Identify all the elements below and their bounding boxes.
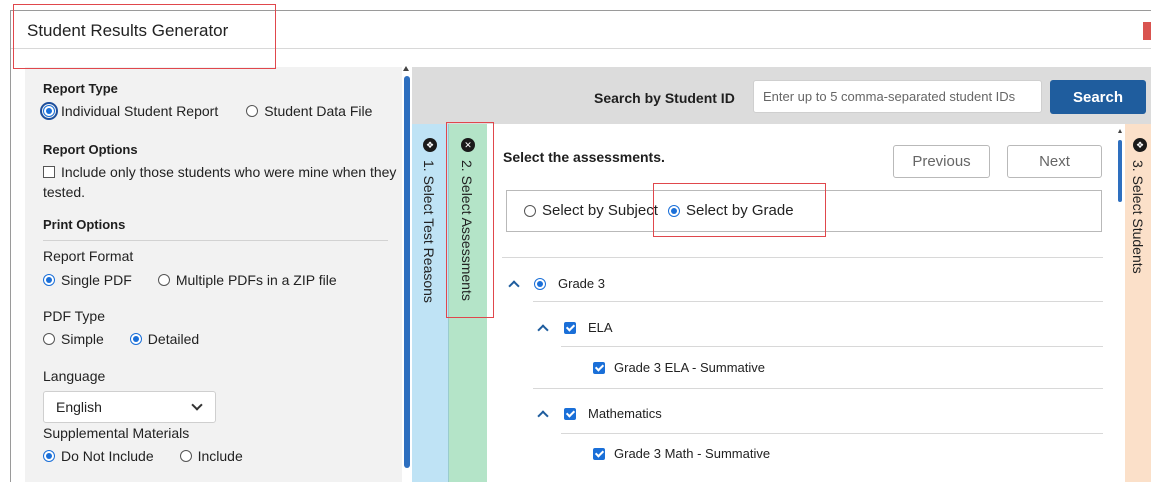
radio-individual-student-report[interactable] — [40, 102, 58, 120]
radio-detailed[interactable] — [129, 333, 142, 345]
radio-single-pdf[interactable] — [43, 274, 55, 286]
main-scrollbar-thumb[interactable] — [1118, 140, 1122, 202]
search-label: Search by Student ID — [594, 90, 735, 106]
report-options-row: Include only those students who were min… — [43, 164, 396, 180]
mode-by-grade[interactable]: Select by Grade — [668, 202, 794, 219]
divider — [561, 433, 1103, 434]
divider — [533, 301, 1103, 302]
student-id-search-input[interactable] — [753, 80, 1042, 113]
step-label: 3. Select Students — [1130, 160, 1146, 274]
pdf-type-options: Simple Detailed — [43, 331, 199, 347]
checkbox-grade-3-math-summative[interactable] — [593, 447, 605, 460]
include-mine-checkbox[interactable] — [43, 166, 55, 178]
expand-icon: ❖ — [423, 138, 437, 152]
expand-icon: ❖ — [1133, 138, 1147, 152]
left-scrollbar-thumb[interactable] — [404, 76, 410, 468]
chevron-up-icon[interactable] — [537, 409, 549, 422]
supplemental-label: Supplemental Materials — [43, 425, 190, 441]
report-format-label: Report Format — [43, 248, 134, 264]
radio-simple[interactable] — [43, 333, 55, 345]
radio-grade-3[interactable] — [534, 277, 546, 290]
previous-button[interactable]: Previous — [893, 145, 990, 178]
scroll-up-icon[interactable] — [403, 66, 409, 71]
chevron-up-icon[interactable] — [508, 279, 520, 292]
assessment-label: Grade 3 Math - Summative — [614, 446, 771, 461]
close-icon: ✕ — [461, 138, 475, 152]
next-button[interactable]: Next — [1007, 145, 1102, 178]
radio-do-not-include[interactable] — [43, 450, 55, 462]
section-title: Select the assessments. — [503, 149, 665, 165]
radio-select-by-subject[interactable] — [524, 204, 536, 217]
report-format-options: Single PDF Multiple PDFs in a ZIP file — [43, 272, 337, 288]
report-type-heading: Report Type — [43, 81, 118, 96]
radio-label: Single PDF — [61, 272, 132, 288]
pdf-type-label: PDF Type — [43, 308, 105, 324]
divider — [43, 240, 388, 241]
divider — [533, 388, 1103, 389]
chevron-down-icon — [191, 399, 203, 411]
grade-label: Grade 3 — [558, 276, 605, 291]
radio-label: Student Data File — [264, 103, 373, 119]
close-icon[interactable] — [1143, 22, 1151, 40]
subject-label: Mathematics — [588, 406, 662, 421]
chevron-up-icon[interactable] — [537, 323, 549, 336]
search-button[interactable]: Search — [1050, 80, 1146, 114]
title-bar: Student Results Generator — [11, 11, 1151, 49]
radio-select-by-grade[interactable] — [668, 204, 680, 217]
radio-label: Select by Grade — [686, 202, 794, 219]
tree-row-assessment: Grade 3 ELA - Summative — [593, 360, 765, 375]
report-type-options: Individual Student Report Student Data F… — [40, 102, 373, 120]
print-options-heading: Print Options — [43, 217, 126, 232]
radio-label: Multiple PDFs in a ZIP file — [175, 272, 337, 288]
radio-label: Detailed — [147, 331, 200, 347]
checkbox-mathematics[interactable] — [564, 407, 576, 420]
mode-by-subject[interactable]: Select by Subject — [524, 202, 658, 219]
tree-row-subject-math: Mathematics — [537, 406, 662, 422]
assessment-label: Grade 3 ELA - Summative — [614, 360, 766, 375]
language-select[interactable]: English — [43, 391, 216, 423]
radio-label: Select by Subject — [542, 202, 658, 219]
checkbox-label: Include only those students who were min… — [61, 164, 397, 180]
tree-row-subject-ela: ELA — [537, 320, 613, 336]
radio-label: Include — [197, 448, 243, 464]
radio-label: Simple — [61, 331, 104, 347]
tree-row-grade: Grade 3 — [508, 276, 605, 292]
radio-student-data-file[interactable] — [246, 105, 259, 117]
checkbox-label-cont: tested. — [43, 184, 86, 200]
subject-label: ELA — [588, 320, 613, 335]
divider — [561, 346, 1103, 347]
scroll-up-icon[interactable] — [1118, 129, 1122, 133]
report-options-heading: Report Options — [43, 142, 138, 157]
divider — [502, 257, 1103, 258]
checkbox-grade-3-ela-summative[interactable] — [593, 361, 605, 374]
step-label: 1. Select Test Reasons — [421, 160, 437, 303]
step-select-assessments[interactable]: ✕ 2. Select Assessments — [449, 124, 487, 482]
radio-label: Do Not Include — [61, 448, 154, 464]
radio-multiple-pdfs[interactable] — [157, 274, 170, 286]
language-value: English — [56, 399, 102, 415]
step-label: 2. Select Assessments — [459, 160, 475, 301]
step-select-test-reasons[interactable]: ❖ 1. Select Test Reasons — [412, 124, 449, 482]
step-select-students[interactable]: ❖ 3. Select Students — [1125, 124, 1151, 482]
app-title: Student Results Generator — [27, 21, 229, 40]
radio-label: Individual Student Report — [61, 103, 219, 119]
supplemental-options: Do Not Include Include — [43, 448, 243, 464]
tree-row-assessment: Grade 3 Math - Summative — [593, 446, 770, 461]
checkbox-ela[interactable] — [564, 321, 576, 334]
language-label: Language — [43, 368, 106, 384]
radio-include[interactable] — [179, 450, 192, 462]
